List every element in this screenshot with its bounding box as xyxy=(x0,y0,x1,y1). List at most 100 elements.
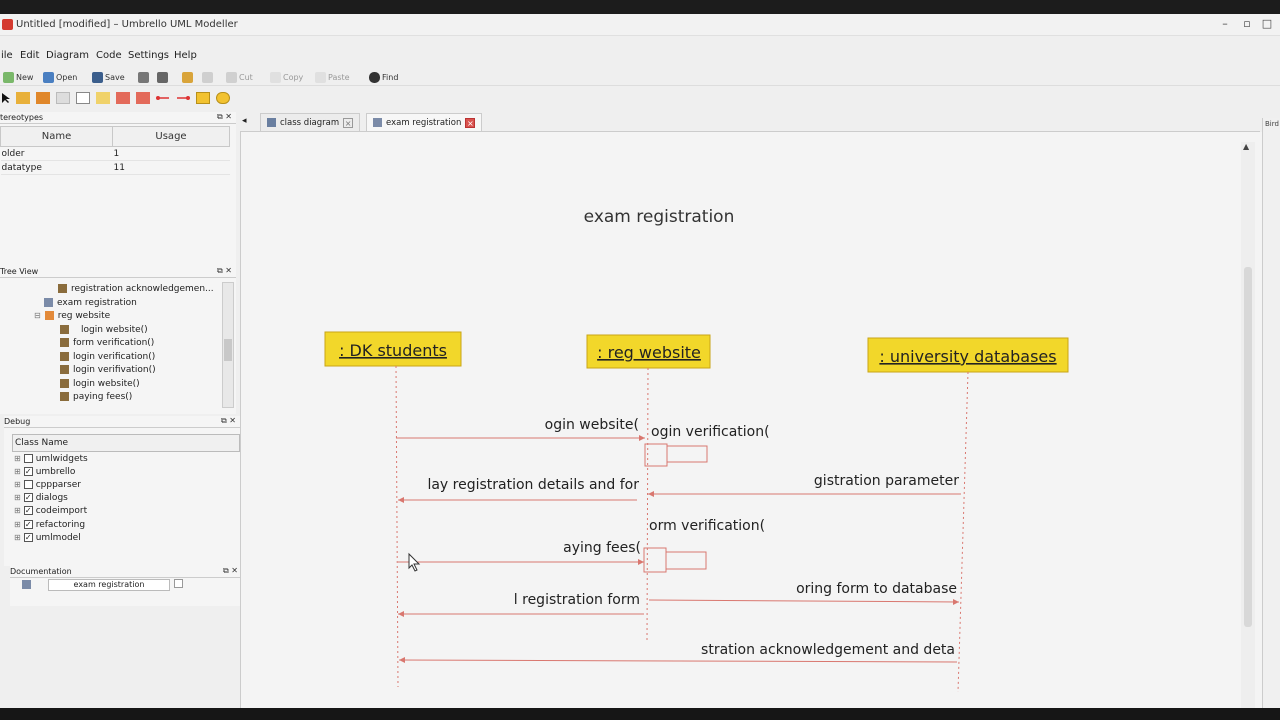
save-button[interactable]: Save xyxy=(92,70,125,84)
diagram-tools-toolbar xyxy=(0,90,250,108)
expand-icon[interactable]: ⊞ xyxy=(14,493,21,502)
menu-diagram[interactable]: Diagram xyxy=(46,50,89,61)
close-icon[interactable]: □ xyxy=(1260,17,1274,31)
debug-checkbox[interactable]: ✓ xyxy=(23,506,33,515)
column-header-name[interactable]: Name xyxy=(0,126,113,147)
debug-checkbox[interactable] xyxy=(23,480,33,489)
scroll-up-icon[interactable]: ▲ xyxy=(1243,142,1249,151)
debug-checkbox[interactable]: ✓ xyxy=(23,467,33,476)
expand-icon[interactable]: ⊞ xyxy=(14,506,21,515)
menu-settings[interactable]: Settings xyxy=(128,50,169,61)
new-button[interactable]: New xyxy=(3,70,33,84)
message-form-verification[interactable]: orm verification( xyxy=(643,518,765,573)
debug-checkbox[interactable]: ✓ xyxy=(23,493,33,502)
lifeline-university-databases[interactable]: : university databases xyxy=(867,337,1069,693)
debug-item[interactable]: ⊞ ✓ dialogs xyxy=(14,491,68,504)
debug-checkbox[interactable] xyxy=(23,454,33,463)
debug-item[interactable]: ⊞ ✓ refactoring xyxy=(14,518,85,531)
message-registration-acknowledgement[interactable]: stration acknowledgement and deta xyxy=(398,642,958,663)
print-preview-button[interactable] xyxy=(157,70,168,84)
debug-checkbox[interactable]: ✓ xyxy=(23,520,33,529)
expand-icon[interactable]: ⊞ xyxy=(14,467,21,476)
debug-checkbox[interactable]: ✓ xyxy=(23,533,33,542)
canvas-vertical-scrollbar[interactable]: ▲ xyxy=(1241,142,1255,708)
collapse-icon[interactable]: ⊟ xyxy=(34,311,41,320)
expand-icon[interactable]: ⊞ xyxy=(14,480,21,489)
minimize-icon[interactable]: – xyxy=(1218,17,1232,31)
combined-fragment-icon[interactable] xyxy=(196,92,210,104)
debug-item[interactable]: ⊞ ✓ umbrello xyxy=(14,465,75,478)
column-header-usage[interactable]: Usage xyxy=(112,126,230,147)
canvas-scrollbar-thumb[interactable] xyxy=(1244,267,1252,627)
expand-icon[interactable]: ⊞ xyxy=(14,520,21,529)
tree-item[interactable]: login website() xyxy=(60,377,140,390)
tree-item[interactable]: login verification() xyxy=(60,350,155,363)
redo-button[interactable] xyxy=(202,70,213,84)
menu-file[interactable]: ile xyxy=(1,50,13,61)
tree-item[interactable]: ⊟ reg website xyxy=(34,309,110,322)
cut-button[interactable]: Cut xyxy=(226,70,253,84)
debug-item[interactable]: ⊞ umlwidgets xyxy=(14,452,88,465)
documentation-field[interactable]: exam registration xyxy=(48,579,170,591)
undo-button[interactable] xyxy=(182,70,193,84)
debug-item[interactable]: ⊞ cppparser xyxy=(14,478,81,491)
open-button[interactable]: Open xyxy=(43,70,77,84)
tree-scrollbar-thumb[interactable] xyxy=(224,339,232,361)
message-storing-form-to-database[interactable]: oring form to database xyxy=(648,581,960,605)
menu-code[interactable]: Code xyxy=(96,50,122,61)
print-button[interactable] xyxy=(138,70,149,84)
tree-item[interactable]: login verifivation() xyxy=(60,363,156,376)
paste-button[interactable]: Paste xyxy=(315,70,350,84)
expand-icon[interactable]: ⊞ xyxy=(14,454,21,463)
lost-message-icon[interactable] xyxy=(176,92,190,104)
sync-message-icon[interactable] xyxy=(116,92,130,104)
note-tool-icon[interactable] xyxy=(56,92,70,104)
dock-float-close-icon[interactable]: ⧉ ✕ xyxy=(217,266,232,276)
dock-float-close-icon[interactable]: ⧉ ✕ xyxy=(217,112,232,122)
async-message-icon[interactable] xyxy=(136,92,150,104)
find-button[interactable]: Find xyxy=(369,70,398,84)
class-tool-icon[interactable] xyxy=(36,92,50,104)
dock-float-close-icon[interactable]: ⧉ ✕ xyxy=(223,566,238,576)
tree-scrollbar[interactable] xyxy=(222,282,234,408)
box-tool-icon[interactable] xyxy=(76,92,90,104)
tree-item[interactable]: exam registration xyxy=(44,296,137,309)
message-registration-form[interactable]: l registration form xyxy=(398,592,644,617)
dock-float-close-icon[interactable]: ⧉ ✕ xyxy=(221,416,236,426)
tree-item[interactable]: paying fees() xyxy=(60,390,132,403)
message-login-verification[interactable]: ogin verification( xyxy=(644,424,770,467)
object-tool-icon[interactable] xyxy=(16,92,30,104)
lifeline-dk-students[interactable]: : DK students xyxy=(324,331,462,688)
documentation-checkbox[interactable] xyxy=(174,579,183,588)
found-message-icon[interactable] xyxy=(156,92,170,104)
class-name-column-header[interactable]: Class Name xyxy=(12,434,240,452)
select-arrow-icon[interactable] xyxy=(0,92,14,104)
debug-item[interactable]: ⊞ ✓ codeimport xyxy=(14,504,87,517)
maximize-icon[interactable]: ▫ xyxy=(1240,17,1254,31)
text-tool-icon[interactable] xyxy=(96,92,110,104)
tab-close-icon[interactable]: × xyxy=(343,117,354,128)
debug-item[interactable]: ⊞ ✓ umlmodel xyxy=(14,531,81,544)
message-display-registration-details[interactable]: lay registration details and for xyxy=(398,477,639,503)
tab-close-icon[interactable]: × xyxy=(465,117,476,128)
tree-item[interactable]: form verification() xyxy=(60,336,154,349)
tab-exam-registration[interactable]: exam registration × xyxy=(366,113,483,131)
message-label: aying fees( xyxy=(563,540,641,556)
tree-item[interactable]: login website() xyxy=(60,323,148,336)
message-registration-parameter[interactable]: gistration parameter xyxy=(648,473,961,497)
copy-button[interactable]: Copy xyxy=(270,70,303,84)
message-paying-fees[interactable]: aying fees( xyxy=(398,540,644,565)
menu-edit[interactable]: Edit xyxy=(20,50,39,61)
table-row[interactable]: datatype 11 xyxy=(0,160,230,175)
expand-icon[interactable]: ⊞ xyxy=(14,533,21,542)
tree-view-title: Tree View xyxy=(0,267,39,276)
message-login-website[interactable]: ogin website( xyxy=(396,417,645,441)
menu-help[interactable]: Help xyxy=(174,50,197,61)
tab-menu-icon[interactable]: ◂ xyxy=(242,116,247,126)
diagram-canvas[interactable]: exam registration : DK students : reg we… xyxy=(240,132,1262,708)
operation-icon xyxy=(60,392,69,401)
precondition-icon[interactable] xyxy=(216,92,230,104)
table-row[interactable]: older 1 xyxy=(0,146,230,161)
tree-item[interactable]: registration acknowledgemen... xyxy=(58,282,214,295)
tab-class-diagram[interactable]: class diagram × xyxy=(260,113,361,131)
